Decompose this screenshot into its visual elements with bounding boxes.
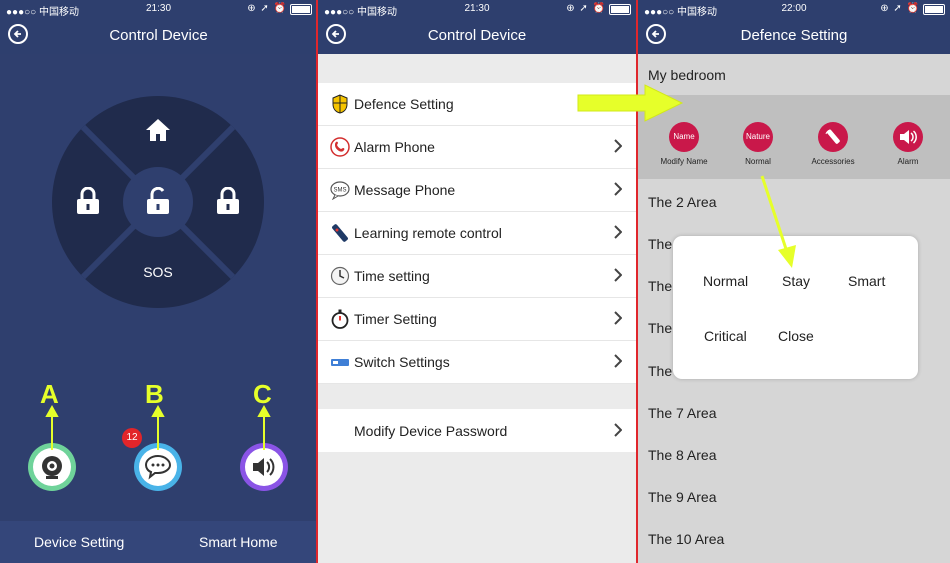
area-label: The 7 Area bbox=[648, 405, 717, 421]
clock-icon bbox=[330, 266, 350, 286]
room-row[interactable]: My bedroom bbox=[638, 54, 950, 95]
menu-item-message-phone[interactable]: SMS Message Phone bbox=[318, 169, 636, 212]
status-bar: ●●●○○ 中国移动 21:30 ⊕ ➚ ⏰ bbox=[318, 0, 636, 18]
nature-button[interactable]: Nature Normal bbox=[728, 122, 788, 166]
chevron-right-icon bbox=[614, 182, 622, 196]
menu-item-label: Timer Setting bbox=[354, 311, 437, 327]
area-label: The 9 Area bbox=[648, 489, 717, 505]
area-label: The bbox=[648, 278, 673, 294]
chevron-right-icon bbox=[614, 268, 622, 282]
menu-item-label: Modify Device Password bbox=[354, 423, 508, 439]
chevron-right-icon bbox=[614, 354, 622, 368]
status-icons: ⊕ ➚ ⏰ bbox=[880, 3, 920, 14]
settings-list: Defence Setting Alarm Phone SMS Message … bbox=[318, 83, 636, 384]
speaker-icon bbox=[893, 122, 923, 152]
area-label: The bbox=[648, 320, 673, 336]
menu-item-label: Switch Settings bbox=[354, 354, 450, 370]
option-label: Modify Name bbox=[660, 157, 708, 166]
chevron-right-icon bbox=[614, 225, 622, 239]
nature-icon: Nature bbox=[743, 122, 773, 152]
area-label: The bbox=[648, 363, 673, 379]
accessories-button[interactable]: Accessories bbox=[803, 122, 863, 166]
mode-option-smart[interactable]: Smart bbox=[848, 273, 885, 289]
battery-icon bbox=[609, 4, 631, 15]
remote-icon bbox=[818, 122, 848, 152]
mode-popup: Normal Stay Smart Critical Close bbox=[673, 236, 918, 379]
area-row[interactable]: The 9 Area bbox=[638, 475, 950, 517]
chevron-right-icon bbox=[614, 139, 622, 153]
area-label: The 2 Area bbox=[648, 194, 717, 210]
menu-item-time-setting[interactable]: Time setting bbox=[318, 255, 636, 298]
page-title: Control Device bbox=[427, 27, 527, 44]
room-name: My bedroom bbox=[648, 67, 726, 83]
option-label: Accessories bbox=[811, 157, 855, 166]
area-label: The 10 Area bbox=[648, 531, 725, 547]
area-row[interactable]: The 2 Area bbox=[638, 180, 950, 222]
option-label: Alarm bbox=[897, 157, 919, 166]
option-label: Normal bbox=[745, 157, 771, 166]
mode-option-stay[interactable]: Stay bbox=[782, 273, 810, 289]
modify-name-button[interactable]: Name Modify Name bbox=[654, 122, 714, 166]
menu-item-modify-password[interactable]: Modify Device Password bbox=[318, 409, 636, 452]
menu-item-label: Message Phone bbox=[354, 182, 456, 198]
nav-bar: Control Device bbox=[318, 18, 636, 54]
nav-bar: Defence Setting bbox=[638, 18, 950, 54]
area-label: The 8 Area bbox=[648, 447, 717, 463]
bottom-tab-bar: Device Setting Smart Home bbox=[0, 521, 317, 563]
menu-item-timer-setting[interactable]: Timer Setting bbox=[318, 298, 636, 341]
menu-item-switch-settings[interactable]: Switch Settings bbox=[318, 341, 636, 384]
tab-device-setting[interactable]: Device Setting bbox=[34, 534, 124, 550]
menu-item-label: Learning remote control bbox=[354, 225, 502, 241]
remote-icon bbox=[332, 224, 348, 242]
menu-item-defence-setting[interactable]: Defence Setting bbox=[318, 83, 636, 126]
mode-option-critical[interactable]: Critical bbox=[704, 328, 747, 344]
area-row[interactable]: The 7 Area bbox=[638, 391, 950, 433]
status-bar: ●●●○○ 中国移动 22:00 ⊕ ➚ ⏰ bbox=[638, 0, 950, 18]
control-device-screen: ●●●○○ 中国移动 21:30 ⊕ ➚ ⏰ Control Device SO… bbox=[0, 0, 317, 563]
battery-icon bbox=[923, 4, 945, 15]
menu-item-alarm-phone[interactable]: Alarm Phone bbox=[318, 126, 636, 169]
mode-option-normal[interactable]: Normal bbox=[703, 273, 748, 289]
chevron-right-icon bbox=[614, 311, 622, 325]
alarm-button[interactable]: Alarm bbox=[878, 122, 938, 166]
sms-icon: SMS bbox=[330, 181, 350, 200]
area-label: The bbox=[648, 236, 673, 252]
name-icon: Name bbox=[669, 122, 699, 152]
stopwatch-icon bbox=[331, 309, 349, 329]
switch-icon bbox=[331, 359, 349, 366]
annotation-arrows bbox=[45, 404, 271, 450]
shield-icon bbox=[332, 94, 348, 114]
menu-item-label: Time setting bbox=[354, 268, 430, 284]
area-row[interactable]: The 10 Area bbox=[638, 517, 950, 559]
menu-item-learning-remote[interactable]: Learning remote control bbox=[318, 212, 636, 255]
tab-smart-home[interactable]: Smart Home bbox=[199, 534, 278, 550]
chevron-right-icon bbox=[614, 423, 622, 437]
area-row[interactable]: The 8 Area bbox=[638, 433, 950, 475]
menu-item-label: Alarm Phone bbox=[354, 139, 435, 155]
mode-option-close[interactable]: Close bbox=[778, 328, 814, 344]
status-icons: ⊕ ➚ ⏰ bbox=[566, 3, 606, 14]
page-title: Defence Setting bbox=[740, 27, 848, 44]
phone-icon bbox=[330, 137, 350, 157]
room-options: Name Modify Name Nature Normal Accessori… bbox=[638, 95, 950, 179]
svg-text:SMS: SMS bbox=[333, 188, 346, 194]
menu-item-label: Defence Setting bbox=[354, 96, 454, 112]
device-settings-screen: ●●●○○ 中国移动 21:30 ⊕ ➚ ⏰ Control Device De… bbox=[318, 0, 636, 563]
defence-setting-screen: ●●●○○ 中国移动 22:00 ⊕ ➚ ⏰ Defence Setting M… bbox=[638, 0, 950, 563]
